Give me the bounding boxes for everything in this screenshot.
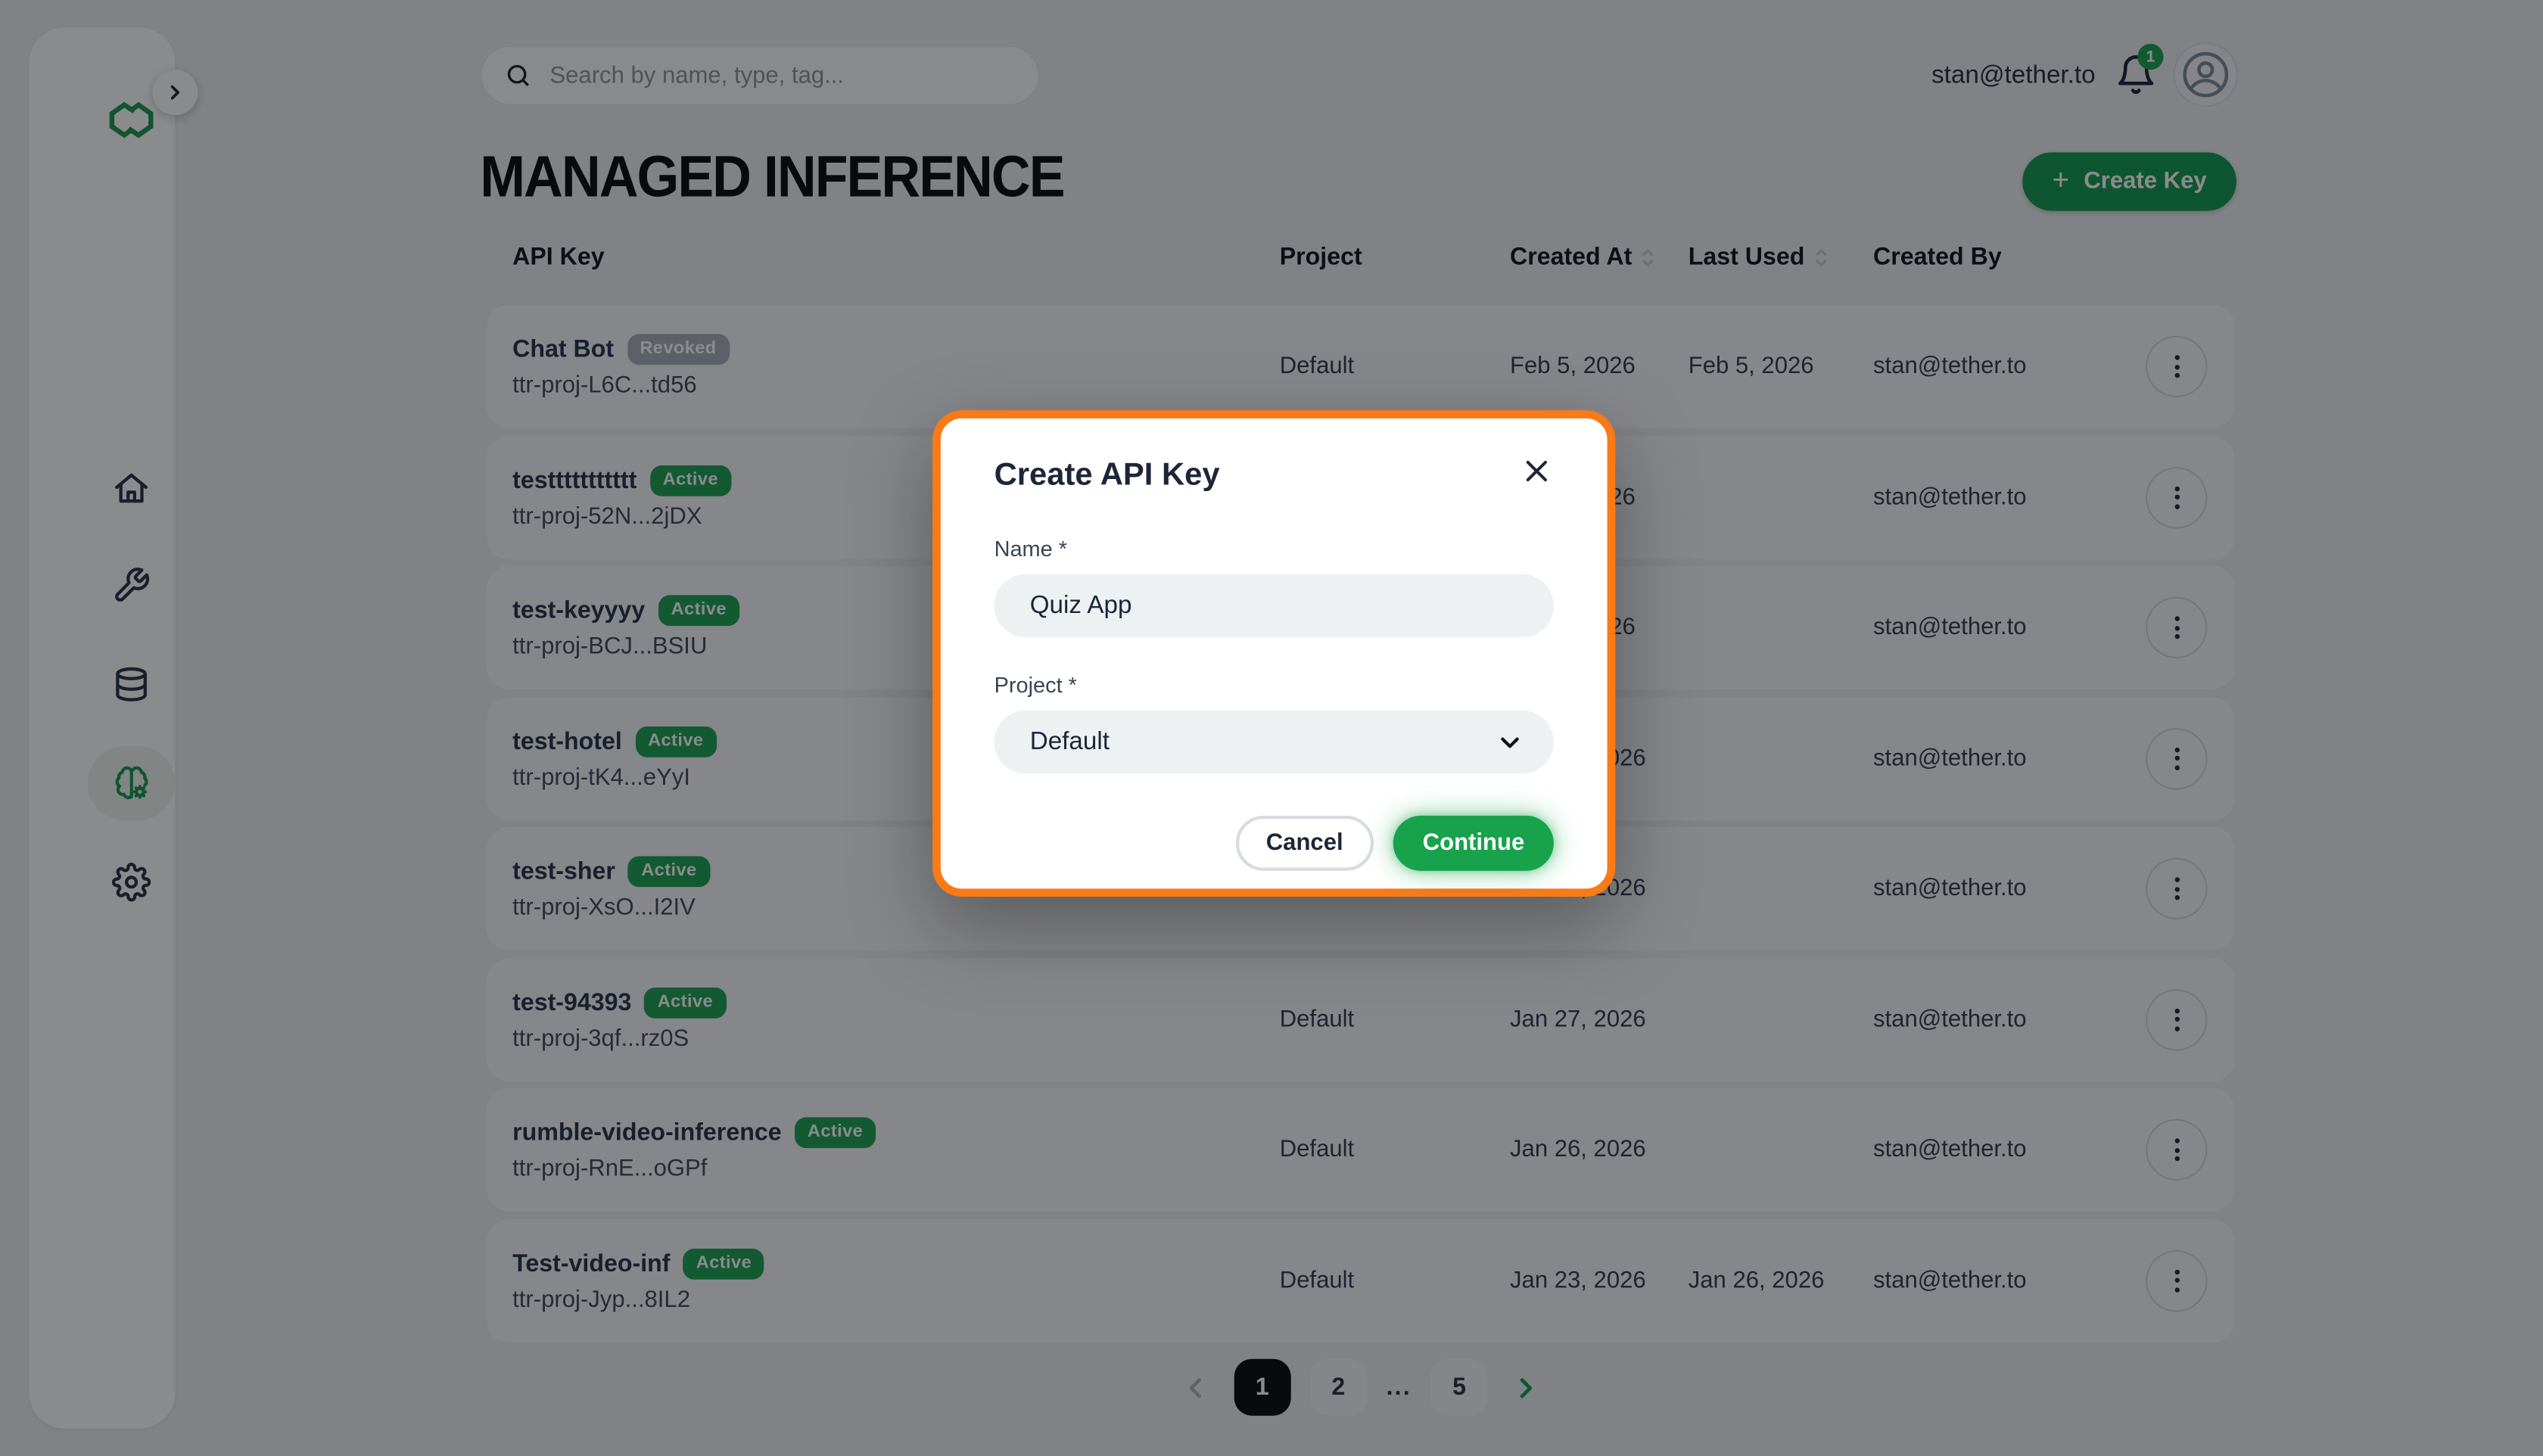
project-field-label: Project * — [994, 673, 1554, 697]
project-select[interactable]: Default — [994, 711, 1554, 774]
app-root: stan@tether.to 1 MANAGED INFERENCE + Cre… — [0, 0, 2543, 1456]
continue-button[interactable]: Continue — [1393, 816, 1554, 871]
create-api-key-modal: Create API Key Name * Project * Default … — [932, 410, 1615, 897]
modal-title: Create API Key — [994, 457, 1220, 494]
chevron-down-icon — [1496, 728, 1525, 758]
project-select-value: Default — [1030, 727, 1110, 757]
cancel-button[interactable]: Cancel — [1235, 816, 1374, 871]
api-key-name-input[interactable] — [994, 574, 1554, 638]
close-button[interactable] — [1520, 454, 1554, 488]
close-icon — [1523, 457, 1550, 484]
name-field-label: Name * — [994, 537, 1554, 561]
